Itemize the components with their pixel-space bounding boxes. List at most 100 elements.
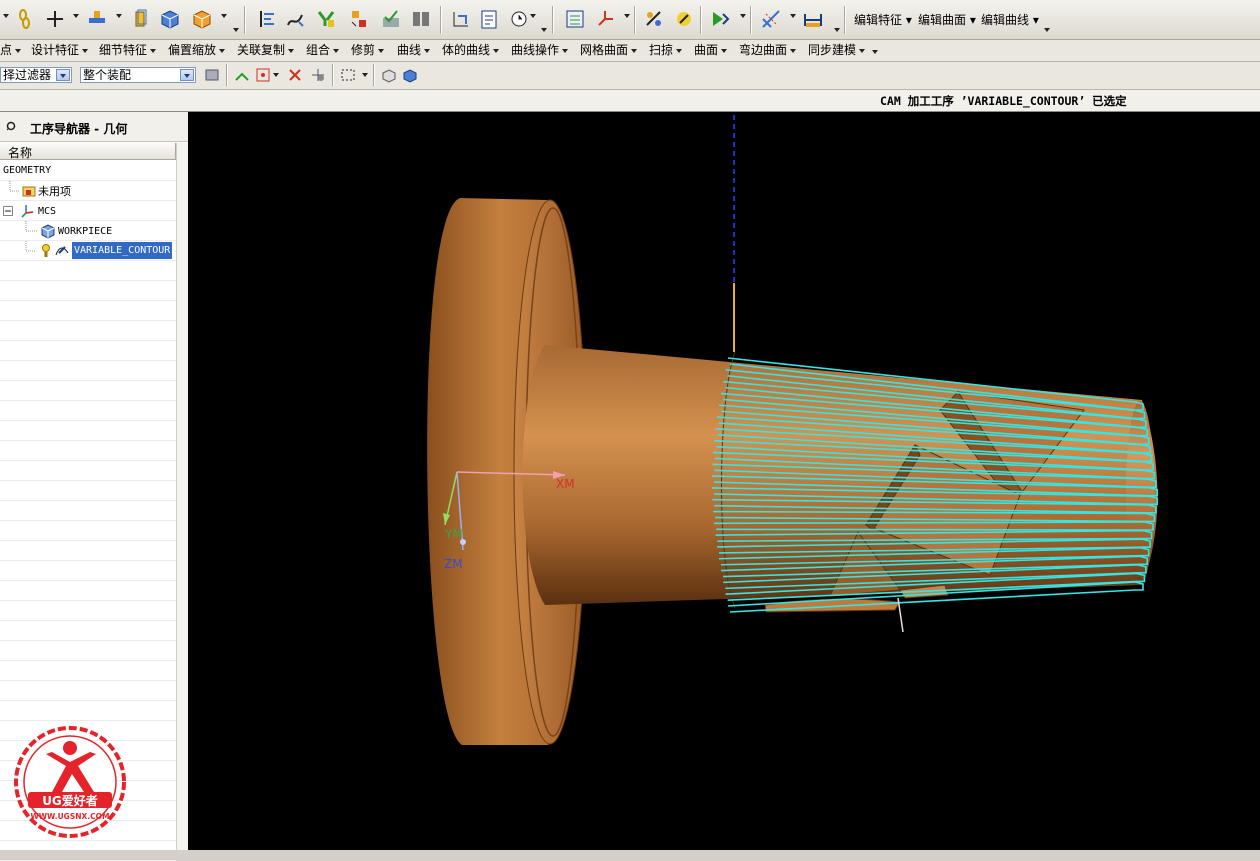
more-arrow[interactable] (834, 28, 840, 32)
menu-mesh-surface[interactable]: 网格曲面 (580, 41, 638, 58)
edit-surface-label: 编辑曲面 (918, 13, 967, 27)
filter-settings-icon[interactable] (203, 66, 221, 84)
tree-empty-row (0, 401, 176, 421)
info-sheet-icon[interactable] (478, 8, 500, 30)
pin-icon[interactable] (6, 121, 16, 131)
sweep-curve-icon[interactable] (285, 8, 307, 30)
tree-empty-row (0, 441, 176, 461)
snap-point-icon[interactable] (233, 66, 251, 84)
model-canvas[interactable]: XM YM ZM (188, 112, 1260, 850)
datum-plane-icon[interactable] (86, 8, 108, 30)
feature-group-icon[interactable] (190, 8, 212, 30)
folder-icon (22, 186, 36, 197)
navigator-scrollbar[interactable] (176, 143, 188, 850)
tree-connector (9, 181, 20, 192)
menu-point[interactable]: 点 (0, 41, 22, 58)
dropdown-arrow[interactable] (790, 14, 796, 18)
ug-watermark-logo: UG爱好者 WWW.UGSNX.COM (14, 726, 126, 838)
dropdown-arrow[interactable] (116, 14, 122, 18)
dimension-angle-icon[interactable] (760, 8, 782, 30)
dropdown-arrow[interactable] (273, 73, 279, 77)
menu-curve[interactable]: 曲线 (397, 41, 431, 58)
menu-detail-feature[interactable]: 细节特征 (99, 41, 157, 58)
menu-combine[interactable]: 组合 (306, 41, 340, 58)
align-edges-icon[interactable] (256, 8, 278, 30)
tree-empty-row (0, 321, 176, 341)
layer-settings-icon[interactable] (564, 8, 586, 30)
edit-curve-label: 编辑曲线 (981, 13, 1030, 27)
dropdown-arrow[interactable] (3, 14, 9, 18)
tree-row-unused[interactable]: 未用项 (0, 181, 176, 201)
shaded-body-icon[interactable] (401, 66, 419, 84)
separator (244, 6, 246, 34)
snap-box-icon[interactable] (254, 66, 272, 84)
edit-curve-menu[interactable]: 编辑曲线 ▾ (981, 11, 1039, 28)
view-body-icon[interactable] (380, 66, 398, 84)
dropdown-arrow[interactable] (530, 14, 536, 18)
link-chain-icon[interactable] (14, 8, 36, 30)
transform-icon[interactable] (643, 8, 665, 30)
cursor-point-icon[interactable] (286, 66, 304, 84)
tree-empty-row (0, 541, 176, 561)
menu-trim[interactable]: 修剪 (351, 41, 385, 58)
menu-label: 组合 (306, 43, 331, 57)
more-arrow[interactable] (872, 50, 878, 54)
timer-icon[interactable] (508, 8, 530, 30)
tree-item-label: WORKPIECE (58, 226, 113, 237)
book-icon[interactable] (410, 8, 432, 30)
type-filter-combo[interactable]: 择过滤器 (0, 67, 72, 83)
dropdown-arrow[interactable] (221, 14, 227, 18)
menu-sweep[interactable]: 扫掠 (649, 41, 683, 58)
menu-design-feature[interactable]: 设计特征 (31, 41, 89, 58)
collapse-icon[interactable] (3, 206, 13, 216)
chevron-down-icon[interactable] (180, 69, 194, 81)
selection-scope-combo[interactable]: 整个装配 (80, 67, 196, 83)
csys-icon[interactable] (594, 8, 616, 30)
dropdown-arrow[interactable] (73, 14, 79, 18)
section-icon[interactable] (348, 8, 370, 30)
dimension-linear-icon[interactable] (802, 8, 824, 30)
tree-row-variable-contour[interactable]: VARIABLE_CONTOUR (0, 241, 176, 261)
more-arrow[interactable] (1044, 28, 1050, 32)
menu-surface[interactable]: 曲面 (694, 41, 728, 58)
y-axis-label: YM (444, 527, 463, 541)
edit-object-icon[interactable] (673, 8, 695, 30)
edit-surface-menu[interactable]: 编辑曲面 ▾ (918, 11, 976, 28)
menu-associative-copy[interactable]: 关联复制 (237, 41, 295, 58)
dropdown-arrow[interactable] (362, 73, 368, 77)
menu-label: 同步建模 (808, 43, 857, 57)
operation-icon (55, 246, 69, 256)
extrude-icon[interactable] (130, 8, 152, 30)
menu-offset-scale[interactable]: 偏置缩放 (168, 41, 226, 58)
rectangle-select-icon[interactable] (339, 66, 357, 84)
menu-flange-surface[interactable]: 弯边曲面 (739, 41, 797, 58)
edit-feature-menu[interactable]: 编辑特征 ▾ (854, 11, 912, 28)
tree-empty-row (0, 701, 176, 721)
menu-label: 曲线操作 (511, 43, 560, 57)
tree-row-mcs[interactable]: MCS (0, 201, 176, 221)
tree-row-workpiece[interactable]: WORKPIECE (0, 221, 176, 241)
separator (373, 64, 375, 86)
tree-row-geometry[interactable]: GEOMETRY (0, 161, 176, 181)
more-arrow[interactable] (233, 28, 239, 32)
more-arrow[interactable] (541, 28, 547, 32)
tree-empty-row (0, 521, 176, 541)
dropdown-arrow[interactable] (624, 14, 630, 18)
split-body-icon[interactable] (316, 8, 338, 30)
check-geometry-icon[interactable] (380, 8, 402, 30)
menu-curve-operation[interactable]: 曲线操作 (511, 41, 569, 58)
play-motion-icon[interactable] (709, 8, 731, 30)
block-icon[interactable] (158, 8, 180, 30)
chevron-down-icon[interactable] (56, 69, 70, 81)
column-header-name[interactable]: 名称 (0, 143, 176, 160)
grid-snap-icon[interactable] (309, 66, 327, 84)
menu-label: 网格曲面 (580, 43, 629, 57)
menu-label: 曲面 (694, 43, 719, 57)
measure-icon[interactable] (450, 8, 472, 30)
menu-synchronous-modeling[interactable]: 同步建模 (808, 41, 866, 58)
point-plus-icon[interactable] (44, 8, 66, 30)
menu-body-curve[interactable]: 体的曲线 (442, 41, 500, 58)
graphics-viewport[interactable]: XM YM ZM (188, 112, 1260, 850)
dropdown-arrow[interactable] (740, 14, 746, 18)
separator (844, 6, 846, 34)
